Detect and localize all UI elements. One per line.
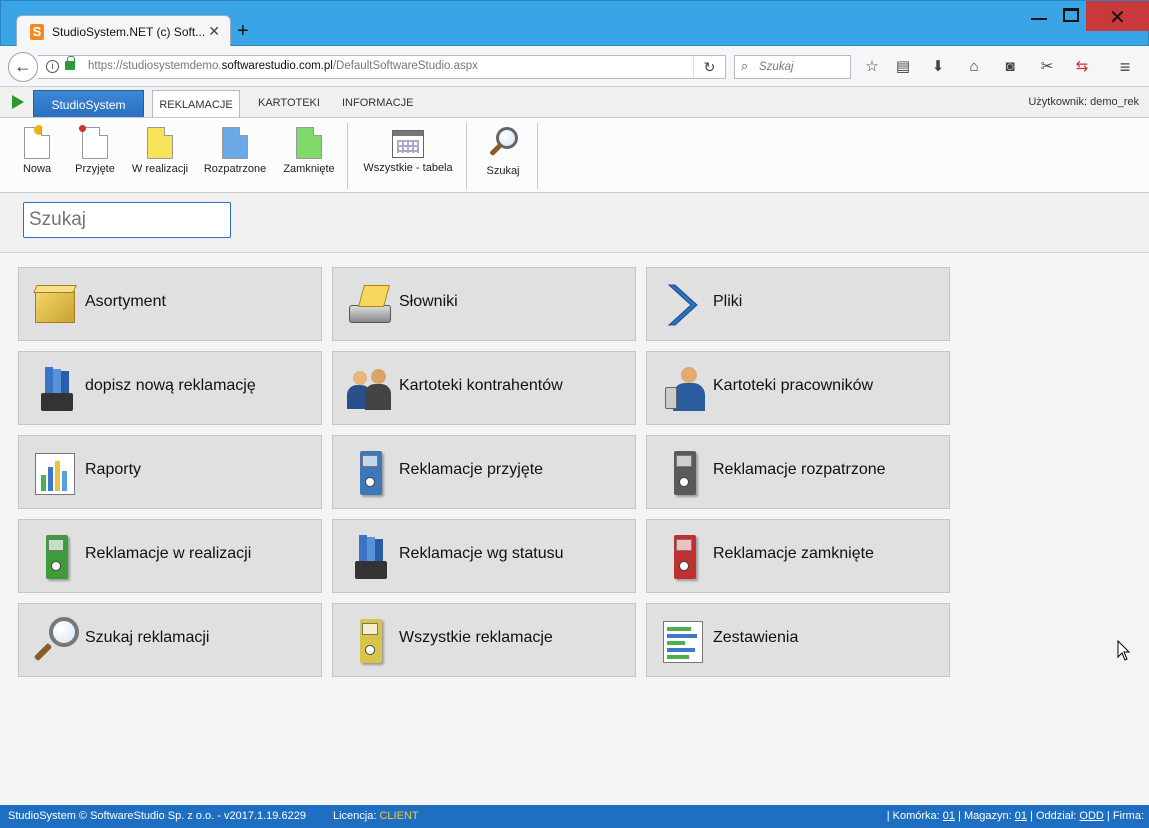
ribbon-in-progress-button[interactable]: W realizacji: [130, 127, 190, 175]
browser-search-box[interactable]: ⌕ Szukaj: [734, 55, 851, 79]
oddzial-link[interactable]: ODD: [1079, 810, 1103, 822]
tile-pliki[interactable]: Pliki: [646, 267, 950, 341]
sync-arrows-icon[interactable]: ⇆: [1072, 58, 1092, 78]
tile-dopisz-reklamacje[interactable]: dopisz nową reklamację: [18, 351, 322, 425]
browser-search-placeholder: Szukaj: [759, 61, 794, 73]
tile-raporty[interactable]: Raporty: [18, 435, 322, 509]
tab-informacje[interactable]: INFORMACJE: [342, 97, 414, 109]
komorka-link[interactable]: 01: [943, 810, 955, 822]
app-tabs-bar: StudioSystem REKLAMACJE KARTOTEKI INFORM…: [0, 87, 1149, 118]
bookmark-star-icon[interactable]: ☆: [862, 58, 882, 78]
context-info: | Komórka: 01 | Magazyn: 01 | Oddział: O…: [886, 810, 1144, 822]
binders-icon: [33, 365, 79, 413]
reader-list-icon[interactable]: ▤: [893, 58, 913, 78]
browser-navbar: ← i https://studiosystemdemo.softwarestu…: [0, 46, 1149, 87]
new-document-icon: [24, 125, 50, 159]
reviewed-document-icon: [222, 127, 248, 159]
reload-icon: ↻: [703, 59, 716, 75]
binders-icon: [347, 533, 393, 581]
tile-kartoteki-kontrahentow[interactable]: Kartoteki kontrahentów: [332, 351, 636, 425]
tile-reklamacje-wg-statusu[interactable]: Reklamacje wg statusu: [332, 519, 636, 593]
tile-zestawienia[interactable]: Zestawienia: [646, 603, 950, 677]
tile-reklamacje-w-realizacji[interactable]: Reklamacje w realizacji: [18, 519, 322, 593]
reload-button[interactable]: ↻: [693, 56, 725, 78]
ribbon-all-table-button[interactable]: Wszystkie - tabela: [360, 127, 456, 174]
summary-chart-icon: [661, 617, 707, 665]
ribbon-separator: [466, 123, 467, 189]
tab-title: StudioSystem.NET (c) Soft...: [52, 25, 206, 39]
chevron-right-icon: [661, 281, 707, 329]
report-chart-icon: [33, 449, 79, 497]
gray-binder-icon: [661, 449, 707, 497]
magnifier-icon: [33, 617, 79, 665]
ribbon-separator: [537, 123, 538, 189]
maximize-icon: [1063, 8, 1079, 22]
studiosystem-favicon-icon: S: [30, 24, 44, 40]
in-progress-document-icon: [147, 127, 173, 159]
url-text[interactable]: https://studiosystemdemo.softwarestudio.…: [88, 60, 478, 72]
magazyn-link[interactable]: 01: [1015, 810, 1027, 822]
received-document-icon: [79, 125, 108, 159]
tile-szukaj-reklamacji[interactable]: Szukaj reklamacji: [18, 603, 322, 677]
back-arrow-icon: ←: [14, 56, 32, 76]
yellow-binder-icon: [347, 617, 393, 665]
tile-slowniki[interactable]: Słowniki: [332, 267, 636, 341]
scissors-icon[interactable]: ✂: [1037, 58, 1057, 78]
ribbon-search-button[interactable]: Szukaj: [482, 127, 524, 177]
tile-reklamacje-rozpatrzone[interactable]: Reklamacje rozpatrzone: [646, 435, 950, 509]
employee-icon: [661, 365, 707, 413]
ribbon-received-button[interactable]: Przyjęte: [70, 125, 120, 175]
tile-asortyment[interactable]: Asortyment: [18, 267, 322, 341]
search-icon: [486, 127, 520, 161]
window-close-button[interactable]: ✕: [1086, 1, 1149, 31]
copyright-version: StudioSystem © SoftwareStudio Sp. z o.o.…: [8, 810, 306, 822]
license-info: Licencja: CLIENT: [333, 810, 419, 822]
close-icon: ✕: [1109, 7, 1126, 29]
search-section: [0, 193, 1149, 253]
mouse-cursor-icon: [1117, 640, 1131, 661]
minimize-icon: [1031, 18, 1047, 20]
card-file-icon: [347, 281, 393, 329]
search-icon: ⌕: [741, 58, 749, 73]
browser-titlebar: S StudioSystem.NET (c) Soft... ✕ + ✕: [0, 0, 1149, 47]
tile-wszystkie-reklamacje[interactable]: Wszystkie reklamacje: [332, 603, 636, 677]
back-button[interactable]: ←: [8, 52, 38, 82]
tile-kartoteki-pracownikow[interactable]: Kartoteki pracowników: [646, 351, 950, 425]
new-tab-button[interactable]: +: [237, 21, 249, 41]
green-binder-icon: [33, 533, 79, 581]
closed-document-icon: [296, 127, 322, 159]
tab-close-icon[interactable]: ✕: [208, 23, 220, 40]
menu-hamburger-icon[interactable]: ≡: [1115, 58, 1135, 78]
user-label: Użytkownik: demo_rek: [1028, 96, 1139, 108]
pocket-icon[interactable]: ◙: [1000, 58, 1020, 78]
lock-icon[interactable]: [65, 56, 75, 70]
red-binder-icon: [661, 533, 707, 581]
ribbon-separator: [347, 123, 348, 189]
status-bar: StudioSystem © SoftwareStudio Sp. z o.o.…: [0, 805, 1149, 828]
tile-reklamacje-przyjete[interactable]: Reklamacje przyjęte: [332, 435, 636, 509]
ribbon-reviewed-button[interactable]: Rozpatrzone: [202, 127, 268, 175]
play-icon[interactable]: [12, 95, 24, 109]
contractors-icon: [347, 365, 393, 413]
browser-tab[interactable]: S StudioSystem.NET (c) Soft... ✕: [16, 15, 231, 47]
download-arrow-icon[interactable]: ⬇: [928, 58, 948, 78]
blue-binder-icon: [347, 449, 393, 497]
box-icon: [33, 281, 79, 329]
ribbon-toolbar: Nowa Przyjęte W realizacji Rozpatrzone Z…: [0, 117, 1149, 193]
ribbon-new-button[interactable]: Nowa: [17, 125, 57, 175]
tab-studiosystem[interactable]: StudioSystem: [33, 90, 144, 118]
tab-reklamacje[interactable]: REKLAMACJE: [152, 90, 240, 118]
calendar-table-icon: [392, 130, 424, 158]
info-icon[interactable]: i: [46, 60, 59, 73]
address-bar[interactable]: i https://studiosystemdemo.softwarestudi…: [38, 55, 726, 79]
search-input[interactable]: [23, 202, 231, 238]
home-icon[interactable]: ⌂: [964, 58, 984, 78]
tile-reklamacje-zamkniete[interactable]: Reklamacje zamknięte: [646, 519, 950, 593]
tab-kartoteki[interactable]: KARTOTEKI: [258, 97, 320, 109]
ribbon-closed-button[interactable]: Zamknięte: [281, 127, 337, 175]
